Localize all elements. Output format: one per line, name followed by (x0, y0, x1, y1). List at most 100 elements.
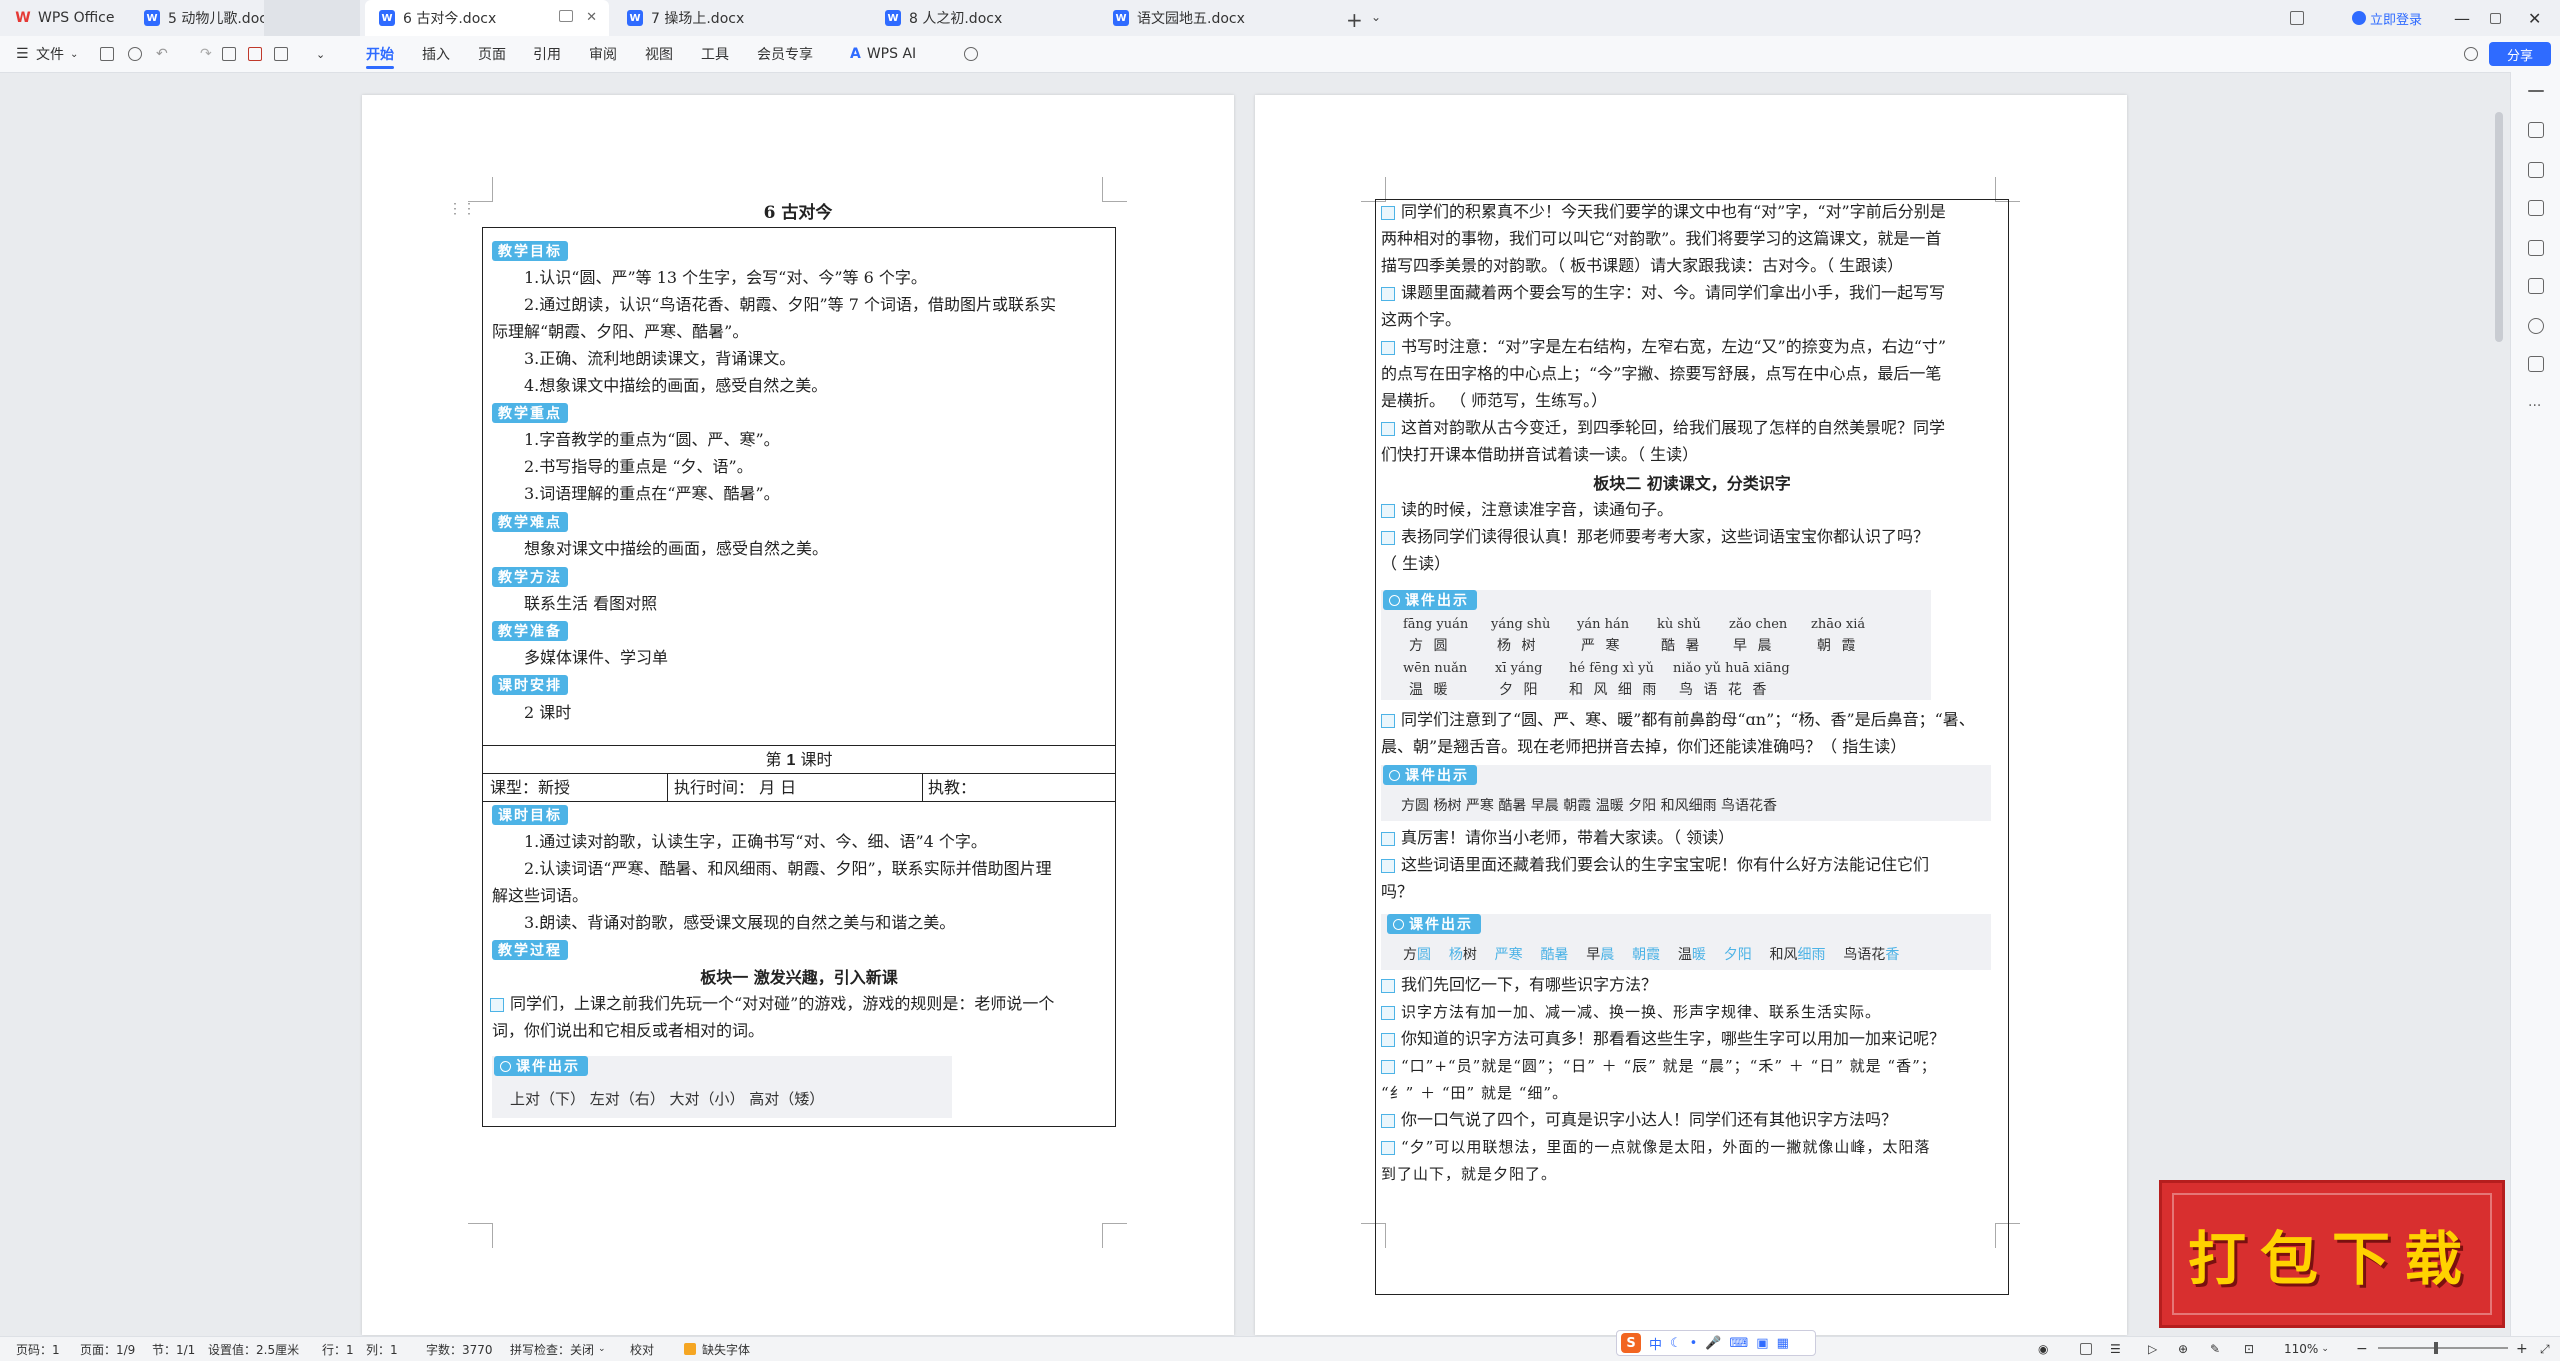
export-pdf-icon[interactable] (248, 36, 262, 72)
hanzi: 酷 暑 (1661, 638, 1703, 654)
badge-process: 教学过程 (492, 940, 568, 960)
eye-icon[interactable]: ◉ (2038, 1337, 2048, 1361)
fit-icon[interactable]: ⊡ (2244, 1337, 2254, 1361)
edit-icon[interactable] (2528, 122, 2544, 138)
save-icon[interactable] (100, 36, 114, 72)
pinyin: zhāo xiá (1811, 617, 1866, 632)
hanzi: 朝 霞 (1817, 638, 1859, 654)
download-promo-button[interactable]: 打包下载 (2159, 1180, 2505, 1328)
tools-icon[interactable]: ▦ (1777, 1336, 1789, 1351)
pen-icon[interactable]: ✎ (2210, 1337, 2220, 1361)
vertical-scrollbar[interactable] (2495, 112, 2503, 342)
close-icon[interactable]: ✕ (586, 10, 597, 25)
zoom-in-icon[interactable]: + (2516, 1337, 2528, 1361)
zoom-out-icon[interactable]: − (2356, 1337, 2368, 1361)
zoom-slider-handle[interactable] (2434, 1342, 2438, 1354)
right-sidebar: ··· (2510, 72, 2560, 1336)
tab-doc-yuwen[interactable]: W 语文园地五.docx (1099, 0, 1339, 36)
redo-icon[interactable]: ↷ (200, 36, 212, 72)
hanzi: 夕 阳 (1499, 682, 1541, 698)
minimize-icon[interactable]: — (2454, 0, 2470, 36)
chevron-down-icon[interactable]: ⌄ (316, 36, 325, 72)
goal-line: 际理解“朝霞、夕阳、严寒、酷暑”。 (492, 322, 749, 341)
pinyin: kù shǔ (1657, 617, 1701, 632)
settings-icon[interactable] (2528, 200, 2544, 216)
section-title: 板块一 激发兴趣，引入新课 (700, 968, 898, 987)
status-spell[interactable]: 拼写检查：关闭 ⌄ (510, 1337, 606, 1361)
status-words[interactable]: 字数：3770 (426, 1337, 493, 1361)
cloud-icon[interactable] (2464, 36, 2478, 72)
page-view-icon[interactable] (2080, 1337, 2092, 1361)
moon-icon[interactable]: ☾ (1670, 1336, 1682, 1351)
pinyin: zǎo chen (1729, 617, 1788, 632)
status-proof[interactable]: 校对 (630, 1337, 654, 1361)
share-button[interactable]: 分享 (2489, 42, 2551, 66)
print-icon[interactable] (222, 36, 236, 72)
undo-icon[interactable]: ↶ (156, 36, 168, 72)
outline-view-icon[interactable]: ☰ (2110, 1337, 2121, 1361)
search-doc-icon[interactable] (128, 36, 142, 72)
wps-ai-button[interactable]: A WPS AI (850, 36, 916, 72)
close-window-icon[interactable]: ✕ (2528, 0, 2541, 36)
skin-icon[interactable]: ▣ (1756, 1336, 1768, 1351)
tab-home[interactable]: W WPS Office (0, 0, 130, 36)
prep-line: 多媒体课件、学习单 (524, 648, 669, 667)
zoom-level[interactable]: 110% ⌄ (2284, 1337, 2329, 1361)
collapse-icon[interactable] (2528, 90, 2544, 92)
para-line: “纟” ＋ “田” 就是 “细”。 (1381, 1084, 1569, 1102)
lesson-goal-line: 解这些词语。 (492, 886, 589, 905)
layout-icon[interactable] (2290, 0, 2304, 36)
tab-review[interactable]: 审阅 (589, 36, 617, 72)
ime-lang[interactable]: 中 (1649, 1334, 1662, 1353)
punct-icon[interactable]: • (1690, 1336, 1698, 1351)
tab-member[interactable]: 会员专享 (757, 36, 813, 72)
status-setting[interactable]: 设置值：2.5厘米 (208, 1337, 299, 1361)
tab-window-icon[interactable] (559, 10, 573, 22)
tab-doc-6[interactable]: W 6 古对今.docx ✕ (365, 0, 609, 36)
hanzi: 温 暖 (1409, 682, 1451, 698)
tab-start[interactable]: 开始 (366, 36, 394, 72)
tab-doc-8[interactable]: W 8 人之初.docx (871, 0, 1109, 36)
page-2: 同学们的积累真不少！今天我们要学的课文中也有“对”字，“对”字前后分别是 两种相… (1255, 95, 2127, 1335)
format-icon[interactable] (2528, 240, 2544, 256)
tab-view[interactable]: 视图 (645, 36, 673, 72)
status-col[interactable]: 列：1 (366, 1337, 398, 1361)
title-bar: W WPS Office W 5 动物儿歌.docx W 6 古对今.docx … (0, 0, 2560, 37)
fullscreen-icon[interactable]: ⤢ (2540, 1337, 2550, 1361)
status-missing-font[interactable]: 缺失字体 (684, 1337, 750, 1361)
chevron-down-icon[interactable]: ⌄ (1371, 10, 1381, 24)
keyboard-icon[interactable]: ⌨ (1730, 1336, 1749, 1351)
help-icon[interactable] (2528, 318, 2544, 334)
tab-page[interactable]: 页面 (478, 36, 506, 72)
key-line: 1.字音教学的重点为“圆、严、寒”。 (524, 430, 780, 449)
menu-icon[interactable]: ☰ (16, 36, 29, 72)
share-sidebar-icon[interactable] (2528, 356, 2544, 372)
format-painter-icon[interactable] (274, 36, 288, 72)
status-section[interactable]: 节：1/1 (152, 1337, 195, 1361)
login-button[interactable]: 立即登录 (2352, 0, 2422, 36)
more-icon[interactable]: ··· (2528, 398, 2544, 414)
tab-doc-7[interactable]: W 7 操场上.docx (613, 0, 873, 36)
restore-icon[interactable] (2490, 0, 2501, 36)
tab-reference[interactable]: 引用 (533, 36, 561, 72)
tools-icon[interactable] (2528, 278, 2544, 294)
web-view-icon[interactable]: ⊕ (2178, 1337, 2188, 1361)
ime-toolbar[interactable]: S 中 ☾ • 🎤 ⌨ ▣ ▦ (1616, 1330, 1816, 1356)
status-pages[interactable]: 页面：1/9 (80, 1337, 135, 1361)
tab-tools[interactable]: 工具 (701, 36, 729, 72)
teacher-icon (1381, 1113, 1395, 1128)
plus-icon[interactable]: + (1346, 8, 1363, 32)
play-icon[interactable]: ▷ (2148, 1337, 2157, 1361)
status-row[interactable]: 行：1 (322, 1337, 354, 1361)
mic-icon[interactable]: 🎤 (1705, 1336, 1721, 1351)
status-page-num[interactable]: 页码：1 (16, 1337, 60, 1361)
hanzi: 早 晨 (1733, 638, 1775, 654)
search-icon[interactable] (964, 36, 978, 72)
page-corner (1102, 1223, 1127, 1248)
file-menu[interactable]: 文件 ⌄ (36, 36, 78, 72)
goal-line: 1.认识“圆、严”等 13 个生字，会写“对、今”等 6 个字。 (524, 268, 927, 287)
para-line: 到了山下，就是夕阳了。 (1381, 1165, 1558, 1183)
zoom-slider[interactable] (2378, 1347, 2508, 1349)
tab-insert[interactable]: 插入 (422, 36, 450, 72)
pointer-icon[interactable] (2528, 162, 2544, 178)
